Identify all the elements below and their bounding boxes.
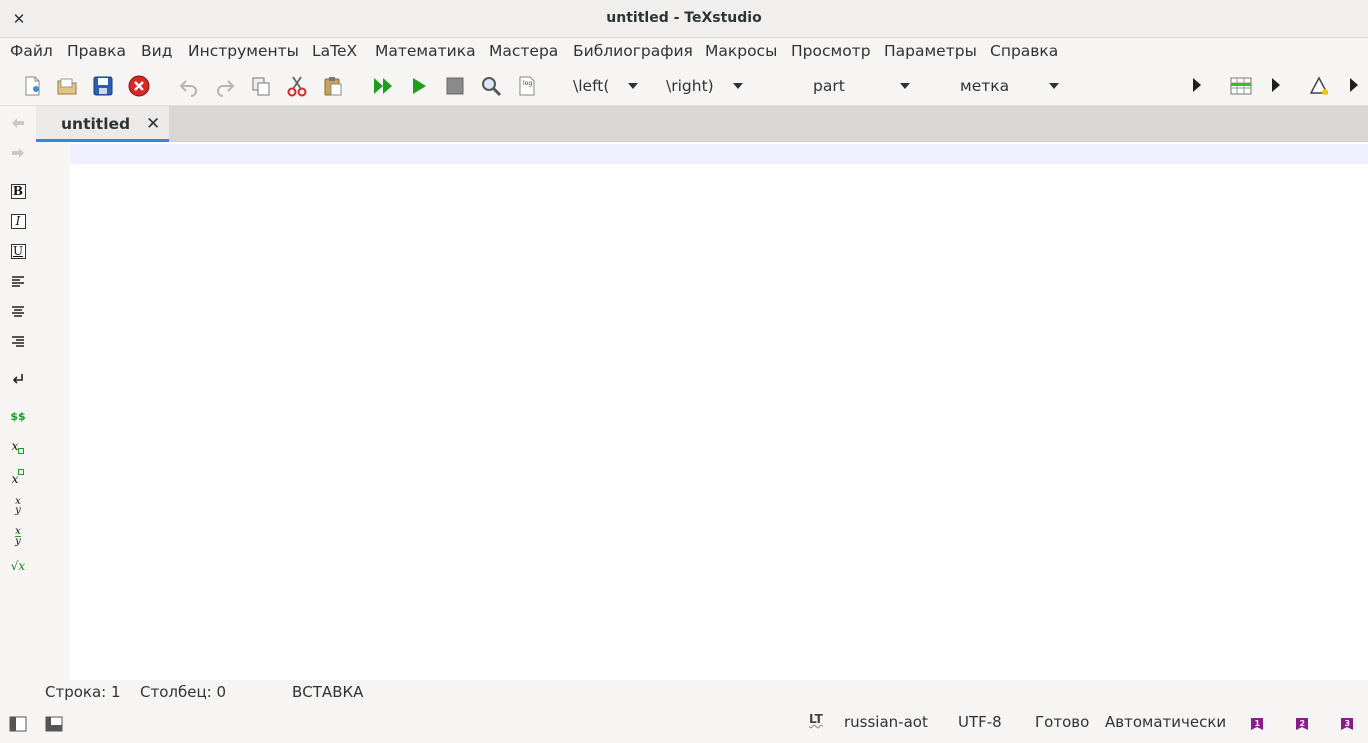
bookmark-2-icon[interactable]: 2	[1292, 714, 1312, 734]
view-pdf-icon[interactable]	[479, 74, 503, 98]
chevron-down-icon[interactable]	[628, 83, 638, 89]
back-arrow-icon[interactable]	[6, 112, 30, 134]
languagetool-icon[interactable]: LT	[809, 712, 823, 726]
menu-view-pdf[interactable]: Просмотр	[791, 42, 871, 60]
toolbar-overflow-icon[interactable]	[1272, 78, 1280, 92]
bookmark-3-icon[interactable]: 3	[1337, 714, 1357, 734]
italic-label: I	[10, 213, 26, 229]
encoding-indicator[interactable]: UTF-8	[958, 713, 1002, 731]
toolbar-overflow-icon[interactable]	[1350, 78, 1358, 92]
title-bar: ✕ untitled - TeXstudio	[0, 0, 1368, 38]
underline-button[interactable]: U	[6, 240, 30, 262]
line-number-gutter	[36, 142, 70, 680]
align-center-icon[interactable]	[6, 300, 30, 322]
tab-untitled[interactable]: untitled ✕	[36, 106, 169, 142]
label-combo[interactable]: метка	[960, 74, 1009, 98]
underline-label: U	[10, 243, 26, 259]
sqrt-button[interactable]: √x	[6, 555, 30, 577]
save-icon[interactable]	[91, 74, 115, 98]
bold-label: B	[10, 183, 26, 199]
dfrac-denominator: y	[15, 535, 21, 547]
line-indicator: Строка: 1	[45, 683, 121, 701]
latex-side-toolbar: B I U $$ x x x y x y √x	[0, 106, 36, 681]
editor-area[interactable]	[36, 142, 1368, 680]
menu-tools[interactable]: Инструменты	[188, 42, 299, 60]
subscript-base: x	[11, 439, 19, 453]
menu-edit[interactable]: Правка	[67, 42, 126, 60]
tab-label: untitled	[61, 115, 131, 133]
chevron-down-icon[interactable]	[733, 83, 743, 89]
cursor-status-line: Строка: 1 Столбец: 0 ВСТАВКА	[0, 680, 1368, 706]
chevron-down-icon[interactable]	[1049, 83, 1059, 89]
current-line-highlight	[70, 144, 1368, 164]
undo-icon[interactable]	[177, 74, 201, 98]
bookmark-1-icon[interactable]: 1	[1247, 714, 1267, 734]
dfrac-numerator: x	[15, 525, 21, 537]
subscript-button[interactable]: x	[6, 435, 30, 457]
close-icon[interactable]: ✕	[146, 114, 160, 134]
menu-bibliography[interactable]: Библиография	[573, 42, 693, 60]
auto-mode-indicator[interactable]: Автоматически	[1105, 713, 1226, 731]
svg-text:log: log	[523, 80, 532, 87]
fraction-denominator: y	[15, 505, 21, 516]
document-tab-bar: untitled ✕	[36, 106, 1368, 142]
status-bar: LT russian-aot UTF-8 Готово Автоматическ…	[0, 706, 1368, 743]
menu-math[interactable]: Математика	[375, 42, 476, 60]
paste-icon[interactable]	[321, 74, 345, 98]
structure-panel-icon[interactable]	[8, 714, 28, 734]
stop-icon[interactable]	[443, 74, 467, 98]
superscript-base: x	[11, 472, 19, 486]
insert-mode-indicator: ВСТАВКА	[292, 683, 364, 701]
fraction-button[interactable]: x y	[6, 495, 30, 517]
cut-icon[interactable]	[285, 74, 309, 98]
warning-icon[interactable]	[1308, 74, 1332, 98]
new-file-icon[interactable]	[20, 74, 44, 98]
bookmark-3-number: 3	[1345, 719, 1351, 728]
main-toolbar: log \left( \right) part метка	[0, 66, 1368, 106]
bookmark-1-number: 1	[1255, 719, 1261, 728]
chevron-down-icon[interactable]	[900, 83, 910, 89]
inline-math-button[interactable]: $$	[6, 405, 30, 427]
align-left-icon[interactable]	[6, 270, 30, 292]
build-and-view-icon[interactable]	[371, 74, 395, 98]
toolbar-overflow-icon[interactable]	[1193, 78, 1201, 92]
menu-bar: Файл Правка Вид Инструменты LaTeX Матема…	[0, 38, 1368, 66]
italic-button[interactable]: I	[6, 210, 30, 232]
menu-options[interactable]: Параметры	[884, 42, 977, 60]
menu-macros[interactable]: Макросы	[705, 42, 777, 60]
forward-arrow-icon[interactable]	[6, 142, 30, 164]
open-file-icon[interactable]	[55, 74, 79, 98]
section-combo[interactable]: part	[813, 74, 845, 98]
newline-icon[interactable]	[6, 368, 30, 390]
superscript-button[interactable]: x	[6, 465, 30, 487]
left-delimiter-combo[interactable]: \left(	[573, 74, 609, 98]
bold-button[interactable]: B	[6, 180, 30, 202]
right-delimiter-combo[interactable]: \right)	[666, 74, 714, 98]
close-document-icon[interactable]	[127, 74, 151, 98]
align-right-icon[interactable]	[6, 330, 30, 352]
dfrac-button[interactable]: x y	[6, 525, 30, 547]
menu-help[interactable]: Справка	[990, 42, 1058, 60]
menu-wizards[interactable]: Мастера	[489, 42, 558, 60]
menu-latex[interactable]: LaTeX	[312, 42, 357, 60]
ready-status: Готово	[1035, 713, 1090, 731]
view-log-icon[interactable]: log	[515, 74, 539, 98]
column-indicator: Столбец: 0	[140, 683, 227, 701]
menu-file[interactable]: Файл	[10, 42, 53, 60]
compile-icon[interactable]	[407, 74, 431, 98]
menu-view[interactable]: Вид	[141, 42, 172, 60]
table-icon[interactable]	[1229, 74, 1253, 98]
spellcheck-language[interactable]: russian-aot	[844, 713, 928, 731]
bookmark-2-number: 2	[1300, 719, 1306, 728]
copy-icon[interactable]	[249, 74, 273, 98]
messages-panel-icon[interactable]	[44, 714, 64, 734]
redo-icon[interactable]	[213, 74, 237, 98]
window-title: untitled - TeXstudio	[606, 10, 762, 26]
